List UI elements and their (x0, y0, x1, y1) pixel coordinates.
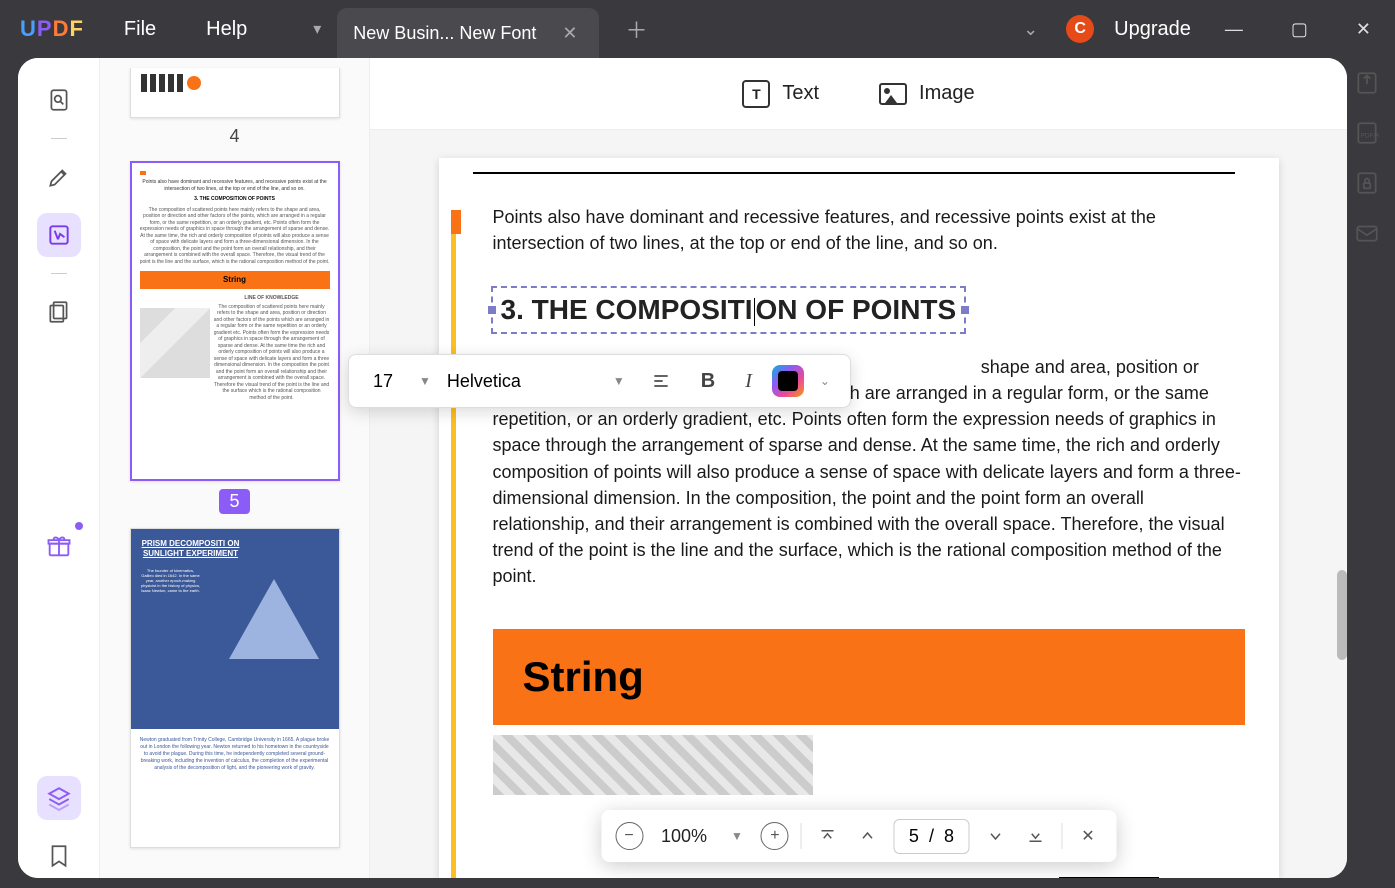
page: Points also have dominant and recessive … (439, 158, 1279, 878)
font-family-dropdown[interactable]: ▼ (607, 374, 631, 388)
pdfa-icon[interactable]: PDF/A (1354, 120, 1380, 146)
yellow-stripe (451, 210, 456, 878)
close-button[interactable]: ✕ (1342, 11, 1385, 48)
app-logo: UPDF (20, 16, 84, 42)
next-page-button[interactable] (981, 822, 1009, 850)
prev-page-button[interactable] (854, 822, 882, 850)
text-caret (754, 298, 755, 326)
recent-dropdown[interactable]: ▾ (297, 9, 337, 49)
thumbnails-panel: 4 Points also have dominant and recessiv… (100, 58, 370, 878)
text-format-toolbar: 17 ▼ Helvetica ▼ B I ⌄ (348, 354, 851, 408)
layers-icon[interactable] (37, 776, 81, 820)
menu-help[interactable]: Help (206, 18, 247, 41)
scrollbar[interactable] (1337, 570, 1347, 660)
image-tool[interactable]: Image (879, 82, 975, 105)
page-viewport[interactable]: Points also have dominant and recessive … (370, 130, 1347, 878)
user-avatar[interactable]: C (1066, 15, 1094, 43)
bookmark-icon[interactable] (37, 834, 81, 878)
last-page-button[interactable] (1021, 822, 1049, 850)
edit-toolbar: T Text Image (370, 58, 1347, 130)
zoom-out-button[interactable]: − (615, 822, 643, 850)
left-rail (18, 58, 100, 878)
close-nav-button[interactable]: ✕ (1074, 822, 1102, 850)
maximize-button[interactable]: ▢ (1277, 11, 1322, 48)
selection-handle-left[interactable] (488, 306, 496, 314)
image-icon (879, 83, 907, 105)
thumbnail-5[interactable]: Points also have dominant and recessive … (130, 161, 340, 514)
file-tab[interactable]: New Busin... New Font ✕ (337, 8, 599, 58)
zoom-dropdown[interactable]: ▼ (725, 829, 749, 843)
close-tab-icon[interactable]: ✕ (556, 23, 583, 44)
color-picker-button[interactable] (772, 365, 804, 397)
align-icon[interactable] (641, 365, 681, 397)
zoom-level[interactable]: 100% (655, 826, 713, 847)
edit-tool-icon[interactable] (37, 213, 81, 257)
mail-icon[interactable] (1354, 220, 1380, 246)
file-tab-name: New Busin... New Font (353, 23, 536, 44)
svg-text:PDF/A: PDF/A (1361, 132, 1381, 139)
page-indicator[interactable]: 5 / 8 (894, 819, 969, 854)
main-area: T Text Image Points also have dominant a… (370, 58, 1347, 878)
search-page-icon[interactable] (37, 78, 81, 122)
selected-heading[interactable]: 3. THE COMPOSITION OF POINTS (491, 286, 967, 334)
article-image[interactable] (493, 735, 813, 795)
minimize-button[interactable]: — (1211, 11, 1257, 48)
upgrade-button[interactable]: Upgrade (1114, 18, 1191, 41)
bottom-nav: − 100% ▼ + 5 / 8 ✕ (601, 810, 1116, 862)
title-bar: UPDF File Help ▾ New Busin... New Font ✕… (0, 0, 1395, 58)
thumbnail-6[interactable]: PRISM DECOMPOSITI ON SUNLIGHT EXPERIMENT… (130, 528, 340, 848)
gift-icon[interactable] (37, 524, 81, 568)
window-options-dropdown[interactable]: ⌄ (1015, 11, 1046, 48)
menu-file[interactable]: File (124, 18, 156, 41)
highlighter-icon[interactable] (37, 155, 81, 199)
thumb-number: 5 (219, 489, 249, 514)
orange-marker (451, 210, 461, 234)
italic-button[interactable]: I (735, 364, 762, 399)
color-dropdown[interactable]: ⌄ (814, 374, 836, 388)
right-rail: PDF/A (1349, 70, 1385, 246)
bold-button[interactable]: B (691, 364, 725, 399)
font-size-dropdown[interactable]: ▼ (413, 374, 437, 388)
thumbnail-4[interactable]: 4 (130, 68, 340, 147)
zoom-in-button[interactable]: + (761, 822, 789, 850)
paragraph[interactable]: Points also have dominant and recessive … (493, 204, 1245, 256)
new-tab-button[interactable]: ＋ (619, 7, 653, 51)
first-page-button[interactable] (814, 822, 842, 850)
lock-file-icon[interactable] (1354, 170, 1380, 196)
text-tool[interactable]: T Text (742, 80, 819, 108)
text-icon: T (742, 80, 770, 108)
pages-icon[interactable] (37, 290, 81, 334)
font-family-input[interactable]: Helvetica (447, 371, 597, 392)
thumb-number: 4 (130, 126, 340, 147)
tab-group: ▾ New Busin... New Font ✕ ＋ (297, 0, 653, 58)
string-block[interactable]: String (493, 629, 1245, 725)
font-size-input[interactable]: 17 (363, 371, 403, 392)
workspace: 4 Points also have dominant and recessiv… (18, 58, 1347, 878)
selection-handle-right[interactable] (961, 306, 969, 314)
export-icon[interactable] (1354, 70, 1380, 96)
